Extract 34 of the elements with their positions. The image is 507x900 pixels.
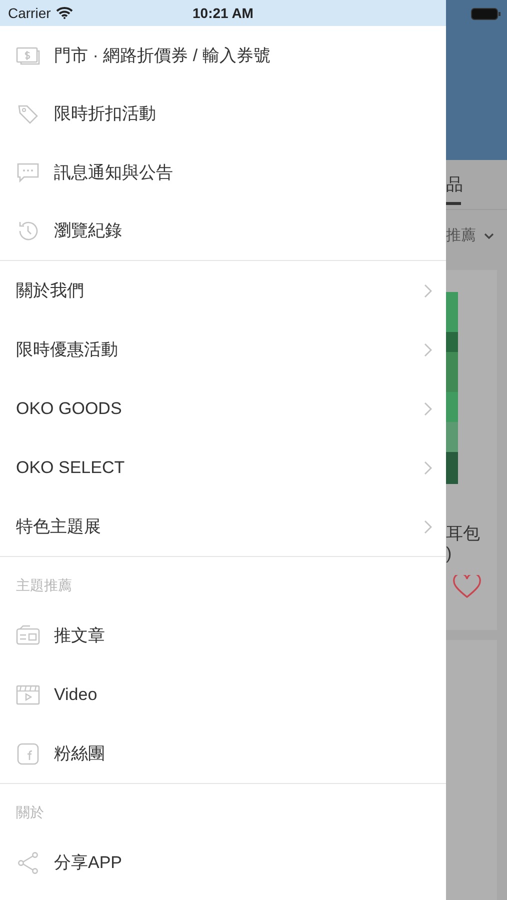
section-header: 主題推薦 <box>16 576 72 596</box>
carrier-label: Carrier <box>8 4 51 22</box>
heart-icon[interactable] <box>453 574 481 599</box>
menu-item[interactable]: 限時優惠活動 <box>0 320 446 380</box>
menu-item[interactable]: OKO GOODS <box>0 379 446 438</box>
chevron-right-icon <box>424 520 432 534</box>
menu-item[interactable]: 限時折扣活動 <box>0 84 446 144</box>
menu-item[interactable]: Video <box>0 665 446 724</box>
facebook-icon <box>16 742 40 766</box>
menu-item[interactable]: 訊息通知與公告 <box>0 143 446 202</box>
chevron-right-icon <box>424 460 432 475</box>
product-title: ) <box>446 544 453 565</box>
tab-indicator <box>446 202 461 204</box>
section-header: 關於 <box>16 803 44 822</box>
product-title: 耳包 <box>446 524 481 544</box>
menu-item[interactable]: OKO SELECT <box>0 438 446 498</box>
chevron-down-icon <box>484 232 494 240</box>
product-card[interactable]: 耳包 ) <box>446 270 497 630</box>
video-icon <box>16 682 40 707</box>
clock-time: 10:21 AM <box>192 4 254 20</box>
chevron-right-icon <box>424 402 432 416</box>
chevron-right-icon <box>424 284 432 298</box>
menu-item[interactable]: 分享APP <box>0 833 446 892</box>
menu-item[interactable]: 瀏覽紀錄 <box>0 202 446 260</box>
tab-label[interactable]: 品 <box>446 175 463 194</box>
wifi-icon <box>56 7 73 19</box>
menu-item[interactable]: 推文章 <box>0 606 446 666</box>
menu-item[interactable]: 門市 · 網路折價券 / 輸入券號 <box>0 26 446 85</box>
chevron-right-icon <box>424 342 432 357</box>
menu-item[interactable]: 關於我們 <box>0 261 446 320</box>
menu-item[interactable]: 特色主題展 <box>0 497 446 556</box>
menu-item[interactable]: 粉絲團 <box>0 724 446 784</box>
share-icon <box>16 850 40 875</box>
battery-icon <box>471 8 501 20</box>
